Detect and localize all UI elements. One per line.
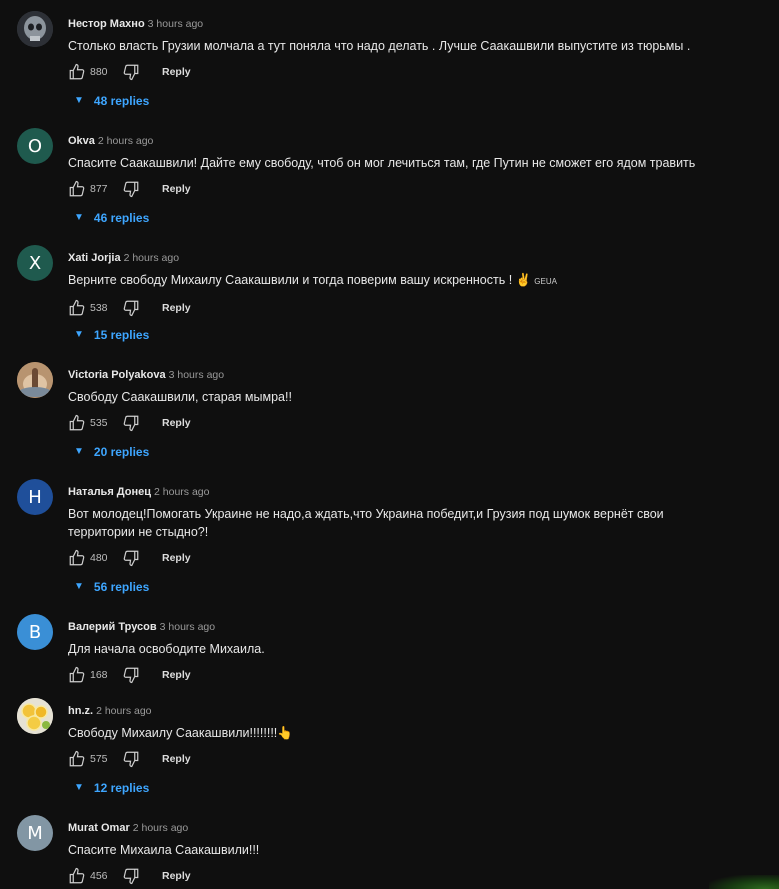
thumbs-up-icon[interactable]	[68, 867, 86, 885]
like-count: 880	[90, 66, 108, 78]
replies-count: 48 replies	[93, 94, 150, 108]
thumbs-down-icon[interactable]	[122, 750, 140, 768]
caret-down-icon: ▼	[74, 782, 84, 793]
comment-author[interactable]: Okva	[68, 135, 95, 147]
caret-down-icon: ▼	[74, 95, 84, 106]
comment-text-content: Свободу Михаилу Саакашвили!!!!!!!!	[68, 726, 278, 740]
avatar-letter: Н	[28, 486, 42, 508]
avatar[interactable]	[17, 362, 53, 398]
reply-button[interactable]: Reply	[162, 669, 191, 681]
reply-button[interactable]: Reply	[162, 417, 191, 429]
comment-text: Спасите Саакашвили! Дайте ему свободу, ч…	[68, 156, 696, 170]
reply-button[interactable]: Reply	[162, 753, 191, 765]
comment-time[interactable]: 2 hours ago	[154, 486, 209, 498]
comment-text-content: Верните свободу Михаилу Саакашвили и тог…	[68, 273, 513, 287]
thumbs-down-icon[interactable]	[122, 549, 140, 567]
comment-text: Верните свободу Михаилу Саакашвили и тог…	[68, 271, 719, 291]
like-count: 575	[90, 753, 108, 765]
comment-time[interactable]: 2 hours ago	[124, 252, 179, 264]
comment-text: Столько власть Грузии молчала а тут поня…	[68, 39, 691, 53]
view-replies-button[interactable]: ▼ 20 replies	[74, 444, 149, 460]
thumbs-down-icon[interactable]	[122, 180, 140, 198]
like-count: 456	[90, 870, 108, 882]
caret-down-icon: ▼	[74, 446, 84, 457]
comment-text: Вот молодец!Помогать Украине не надо,а ж…	[68, 507, 664, 539]
caret-down-icon: ▼	[74, 329, 84, 340]
avatar-letter: O	[27, 135, 43, 157]
comment-text: Спасите Михаила Саакашвили!!!	[68, 843, 260, 857]
pointing-up-emoji-icon: 👆	[277, 726, 293, 740]
comment-text: Для начала освободите Михаила.	[68, 642, 265, 656]
replies-count: 15 replies	[93, 328, 150, 342]
reply-button[interactable]: Reply	[162, 552, 191, 564]
avatar[interactable]: M	[17, 815, 53, 851]
thumbs-down-icon[interactable]	[122, 666, 140, 684]
photo-avatar-icon	[17, 362, 53, 398]
thumbs-up-icon[interactable]	[68, 549, 86, 567]
lemons-avatar-icon	[17, 698, 53, 734]
replies-count: 46 replies	[93, 211, 150, 225]
thumbs-up-icon[interactable]	[68, 299, 86, 317]
comment-author[interactable]: Валерий Трусов	[68, 621, 157, 633]
flag-label: GEUA	[534, 277, 557, 286]
background-decoration	[709, 875, 779, 889]
comment-author[interactable]: Xati Jorjia	[68, 252, 121, 264]
avatar-letter: M	[27, 822, 43, 844]
thumbs-down-icon[interactable]	[122, 299, 140, 317]
thumbs-down-icon[interactable]	[122, 867, 140, 885]
view-replies-button[interactable]: ▼ 15 replies	[74, 327, 149, 343]
view-replies-button[interactable]: ▼ 56 replies	[74, 579, 149, 595]
thumbs-up-icon[interactable]	[68, 666, 86, 684]
view-replies-button[interactable]: ▼ 46 replies	[74, 210, 149, 226]
avatar[interactable]: X	[17, 245, 53, 281]
thumbs-up-icon[interactable]	[68, 414, 86, 432]
skull-avatar-icon	[17, 11, 53, 47]
view-replies-button[interactable]: ▼ 12 replies	[74, 780, 149, 796]
comment-time[interactable]: 3 hours ago	[148, 18, 203, 30]
comment-author[interactable]: Нестор Махно	[68, 18, 145, 30]
comment-time[interactable]: 2 hours ago	[96, 705, 151, 717]
thumbs-down-icon[interactable]	[122, 63, 140, 81]
comment-author[interactable]: Murat Omar	[68, 822, 130, 834]
comment-text: Свободу Михаилу Саакашвили!!!!!!!!👆	[68, 724, 719, 742]
avatar-letter: В	[28, 621, 42, 643]
like-count: 535	[90, 417, 108, 429]
reply-button[interactable]: Reply	[162, 183, 191, 195]
comment-time[interactable]: 3 hours ago	[160, 621, 215, 633]
like-count: 480	[90, 552, 108, 564]
replies-count: 12 replies	[93, 781, 150, 795]
thumbs-up-icon[interactable]	[68, 63, 86, 81]
reply-button[interactable]: Reply	[162, 66, 191, 78]
comment-author[interactable]: Наталья Донец	[68, 486, 151, 498]
victory-hand-emoji-icon: ✌	[515, 273, 532, 287]
comment-text: Свободу Саакашвили, старая мымра!!	[68, 390, 292, 404]
avatar[interactable]: В	[17, 614, 53, 650]
avatar[interactable]: O	[17, 128, 53, 164]
avatar-letter: X	[28, 252, 42, 274]
comment-time[interactable]: 3 hours ago	[169, 369, 224, 381]
thumbs-up-icon[interactable]	[68, 750, 86, 768]
caret-down-icon: ▼	[74, 581, 84, 592]
avatar[interactable]: Н	[17, 479, 53, 515]
comment-time[interactable]: 2 hours ago	[133, 822, 188, 834]
comment-author[interactable]: Victoria Polyakova	[68, 369, 166, 381]
thumbs-down-icon[interactable]	[122, 414, 140, 432]
avatar[interactable]	[17, 11, 53, 47]
reply-button[interactable]: Reply	[162, 302, 191, 314]
comment-author[interactable]: hn.z.	[68, 705, 93, 717]
avatar[interactable]	[17, 698, 53, 734]
view-replies-button[interactable]: ▼ 48 replies	[74, 93, 149, 109]
like-count: 538	[90, 302, 108, 314]
replies-count: 20 replies	[93, 445, 150, 459]
thumbs-up-icon[interactable]	[68, 180, 86, 198]
like-count: 168	[90, 669, 108, 681]
reply-button[interactable]: Reply	[162, 870, 191, 882]
comment-time[interactable]: 2 hours ago	[98, 135, 153, 147]
caret-down-icon: ▼	[74, 212, 84, 223]
replies-count: 56 replies	[93, 580, 150, 594]
like-count: 877	[90, 183, 108, 195]
